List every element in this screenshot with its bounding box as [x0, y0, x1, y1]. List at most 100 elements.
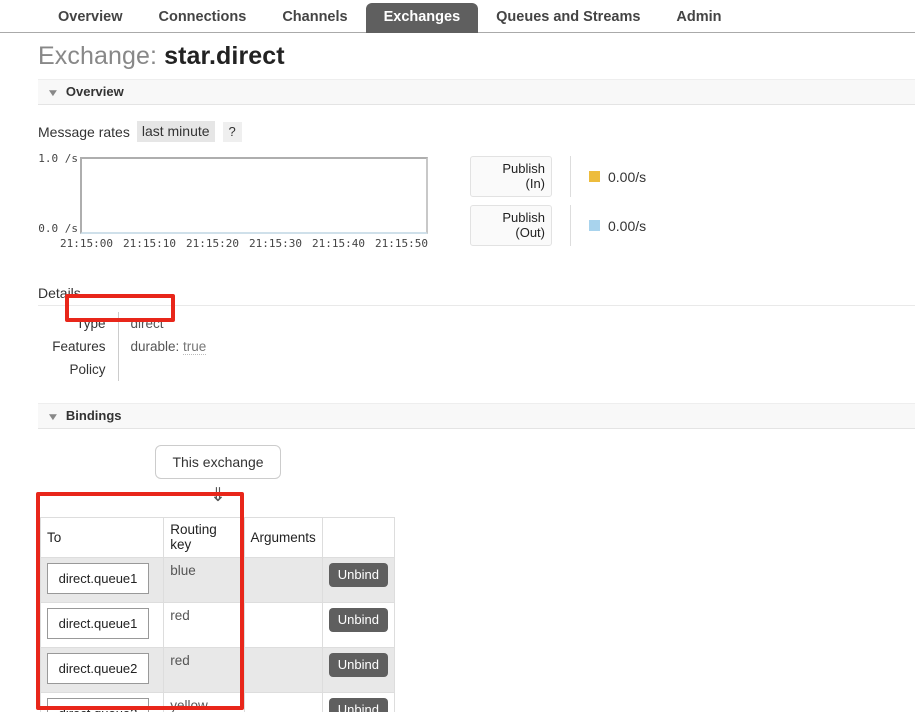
rates-period-selector[interactable]: last minute [136, 121, 215, 142]
column-header-actions [321, 517, 396, 558]
details-row-type: Type direct [38, 312, 358, 335]
tab-channels[interactable]: Channels [264, 3, 365, 33]
unbind-button[interactable]: Unbind [328, 698, 388, 712]
x-axis-tick: 21:15:40 [312, 237, 365, 250]
tab-exchanges[interactable]: Exchanges [365, 3, 479, 33]
binding-arguments-cell [243, 602, 323, 648]
page-title: Exchange: star.direct [0, 33, 915, 75]
legend-divider [570, 205, 571, 246]
binding-to-cell: direct.queue1 [39, 602, 165, 648]
details-row-features: Features durable: true [38, 335, 358, 358]
queue-link[interactable]: direct.queue1 [47, 563, 149, 594]
tab-label: Admin [676, 9, 722, 25]
binding-action-cell: Unbind [321, 692, 396, 712]
legend-row-publish-in: Publish (In) 0.00/s [470, 156, 646, 197]
help-icon[interactable]: ? [222, 121, 242, 142]
binding-routing-key-cell: red [163, 602, 245, 648]
column-header-to[interactable]: To [39, 517, 165, 558]
section-header-label: Overview [65, 84, 124, 99]
color-swatch-icon [589, 171, 600, 182]
message-rates-chart: 1.0 /s 0.0 /s 21:15:00 21:15:10 21:15:20… [38, 152, 438, 257]
main-navigation: Overview Connections Channels Exchanges … [0, 0, 915, 33]
legend-row-publish-out: Publish (Out) 0.00/s [470, 205, 646, 246]
table-row: direct.queue1 red Unbind [39, 602, 396, 648]
tab-label: Channels [282, 9, 348, 25]
down-arrow-icon: ⇓ [210, 485, 226, 506]
message-rates-body: 1.0 /s 0.0 /s 21:15:00 21:15:10 21:15:20… [38, 152, 915, 257]
details-key-type: Type [76, 316, 106, 331]
details-table: Type direct Features durable: true Polic… [38, 312, 358, 381]
bindings-header-row: To Routing key Arguments [39, 517, 396, 558]
publish-out-label-line1: Publish [502, 210, 545, 225]
publish-in-label-line1: Publish [502, 161, 545, 176]
table-row: direct.queue1 blue Unbind [39, 557, 396, 603]
legend-value-publish-in: 0.00/s [589, 156, 646, 197]
bindings-table-head: To Routing key Arguments [39, 517, 396, 558]
section-header-bindings[interactable]: ▼ Bindings [38, 403, 915, 429]
unbind-button[interactable]: Unbind [328, 608, 388, 632]
details-value-type: direct [117, 312, 358, 335]
legend-divider [570, 156, 571, 197]
x-axis-tick: 21:15:10 [123, 237, 176, 250]
this-exchange-button[interactable]: This exchange [155, 445, 281, 479]
section-header-overview[interactable]: ▼ Overview [38, 79, 915, 105]
legend-value-publish-out: 0.00/s [589, 205, 646, 246]
unbind-button[interactable]: Unbind [328, 653, 388, 677]
tab-label: Queues and Streams [496, 9, 641, 25]
tab-label: Overview [58, 9, 123, 25]
bindings-source: This exchange ⇓ [38, 445, 398, 505]
y-axis-tick-top: 1.0 /s [38, 152, 78, 165]
tab-label: Connections [158, 9, 247, 25]
table-row: direct.queue2 yellow Unbind [39, 692, 396, 712]
chart-legend: Publish (In) 0.00/s Publish (Out) 0.00/s [470, 152, 646, 254]
chart-plot-area [80, 157, 428, 234]
queue-link[interactable]: direct.queue2 [47, 698, 149, 712]
tab-label: Exchanges [383, 9, 461, 25]
binding-arguments-cell [243, 557, 323, 603]
message-rates-label: Message rates [38, 123, 130, 140]
bindings-table-body: direct.queue1 blue Unbind direct.queue1 … [39, 557, 396, 712]
binding-to-cell: direct.queue2 [39, 647, 165, 693]
section-header-label: Bindings [65, 408, 122, 423]
x-axis-tick: 21:15:20 [186, 237, 239, 250]
details-value-features: durable: true [117, 335, 358, 358]
x-axis-tick: 21:15:30 [249, 237, 302, 250]
bindings-table: To Routing key Arguments direct.queue1 b… [39, 517, 396, 712]
binding-arguments-cell [243, 647, 323, 693]
details-key-policy: Policy [69, 362, 106, 377]
binding-to-cell: direct.queue2 [39, 692, 165, 712]
x-axis-tick-labels: 21:15:00 21:15:10 21:15:20 21:15:30 21:1… [60, 237, 440, 250]
details-key-features: Features [52, 339, 106, 354]
message-rates-header: Message rates last minute ? [38, 121, 915, 142]
page-title-object: star.direct [164, 42, 285, 70]
publish-out-label-line2: (Out) [515, 225, 545, 240]
details-label: Details [38, 285, 915, 306]
binding-routing-key-cell: yellow [163, 692, 245, 712]
binding-arguments-cell [243, 692, 323, 712]
tab-queues-and-streams[interactable]: Queues and Streams [478, 3, 658, 33]
binding-action-cell: Unbind [321, 647, 396, 693]
nav-tab-list: Overview Connections Channels Exchanges … [0, 0, 915, 33]
tab-overview[interactable]: Overview [40, 3, 141, 33]
tab-connections[interactable]: Connections [141, 3, 265, 33]
x-axis-tick: 21:15:50 [375, 237, 428, 250]
publish-in-rate: 0.00/s [608, 168, 647, 185]
tab-admin[interactable]: Admin [658, 3, 739, 33]
details-value-policy [117, 358, 358, 381]
queue-link[interactable]: direct.queue2 [47, 653, 149, 684]
unbind-button[interactable]: Unbind [328, 563, 388, 587]
durable-value: true [183, 339, 207, 355]
details-row-policy: Policy [38, 358, 358, 381]
x-axis-tick: 21:15:00 [60, 237, 113, 250]
y-axis-tick-bottom: 0.0 /s [38, 222, 78, 235]
queue-link[interactable]: direct.queue1 [47, 608, 149, 639]
publish-out-rate: 0.00/s [608, 217, 647, 234]
binding-routing-key-cell: blue [163, 557, 245, 603]
publish-in-button[interactable]: Publish (In) [470, 156, 552, 197]
publish-out-button[interactable]: Publish (Out) [470, 205, 552, 246]
column-header-arguments[interactable]: Arguments [243, 517, 323, 558]
chevron-down-icon: ▼ [46, 412, 60, 423]
column-header-routing-key[interactable]: Routing key [163, 517, 245, 558]
table-row: direct.queue2 red Unbind [39, 647, 396, 693]
binding-routing-key-cell: red [163, 647, 245, 693]
